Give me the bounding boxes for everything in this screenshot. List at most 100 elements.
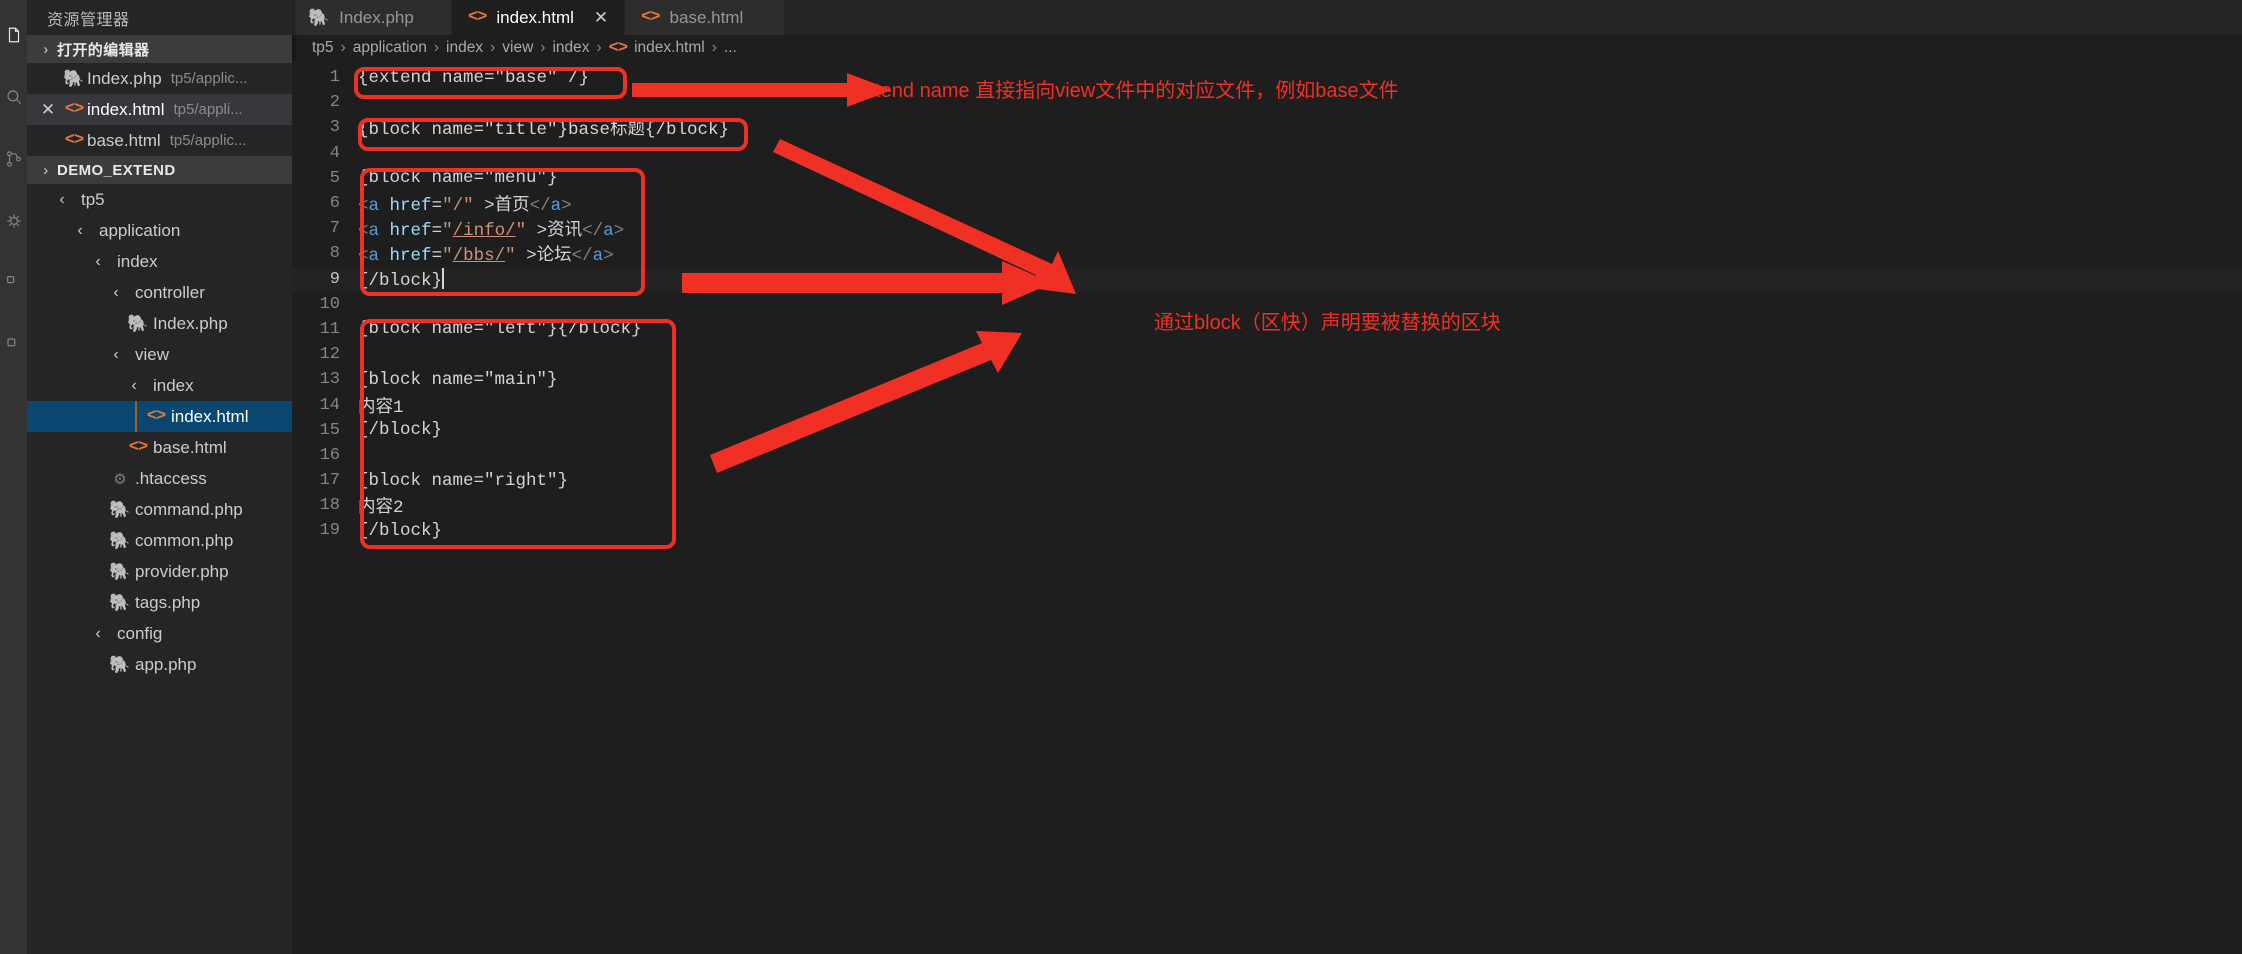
breadcrumb-item[interactable]: application xyxy=(353,39,427,57)
open-editor-name: Index.php xyxy=(87,68,162,88)
tree-item-tp5[interactable]: ‹ tp5 xyxy=(27,184,292,215)
chevron-expanded-icon: ‹ xyxy=(59,190,65,208)
code-token: = xyxy=(431,246,443,267)
code-icon: <> xyxy=(64,131,84,150)
breadcrumb-item[interactable]: tp5 xyxy=(312,39,334,57)
project-root-label: DEMO_EXTEND xyxy=(57,161,176,179)
breadcrumb-separator: › xyxy=(596,39,602,56)
code-line[interactable]: 3 {block name="title"}base标题{/block} xyxy=(292,115,2242,140)
code-line[interactable]: 13 {block name="main"} xyxy=(292,367,2242,392)
open-editor-item-base-html[interactable]: <> base.html tp5/applic... xyxy=(27,125,292,156)
php-icon: 🐘 xyxy=(109,499,131,519)
chevron-expanded-icon: ‹ xyxy=(95,624,101,642)
tree-item--htaccess[interactable]: ⚙ .htaccess xyxy=(27,463,292,494)
tree-item-view[interactable]: ‹ view xyxy=(27,339,292,370)
editor-area: 🐘 Index.php <> index.html ✕ <> base.html… xyxy=(292,0,2242,954)
code-line[interactable]: 8 <a href="/bbs/" >论坛</a> xyxy=(292,241,2242,266)
tree-item-index[interactable]: ‹ index xyxy=(27,370,292,401)
tree-item-tags-php[interactable]: 🐘 tags.php xyxy=(27,587,292,618)
code-editor[interactable]: 1 {extend name="base" /} 2 3 {block name="ti… xyxy=(292,61,2242,954)
code-line[interactable]: 19 {/block} xyxy=(292,518,2242,543)
search-icon[interactable] xyxy=(0,66,27,128)
code-token: > xyxy=(603,246,614,267)
code-line[interactable]: 4 xyxy=(292,141,2242,166)
code-line[interactable]: 5 {block name="menu"} xyxy=(292,166,2242,191)
tree-item-index[interactable]: ‹ index xyxy=(27,246,292,277)
vscode-window: 资源管理器 › 打开的编辑器 🐘 Index.php tp5/applic...… xyxy=(0,0,2242,954)
tab-index-php[interactable]: 🐘 Index.php xyxy=(292,0,452,35)
code-line[interactable]: 15 {/block} xyxy=(292,418,2242,443)
section-open-editors[interactable]: › 打开的编辑器 xyxy=(27,35,292,63)
tree-item-config[interactable]: ‹ config xyxy=(27,618,292,649)
tree-item-common-php[interactable]: 🐘 common.php xyxy=(27,525,292,556)
code-token: {/block} xyxy=(358,520,443,541)
code-token: /info/ xyxy=(452,221,516,242)
remote-icon[interactable] xyxy=(0,314,27,376)
code-token: a xyxy=(368,246,380,267)
code-line[interactable]: 1 {extend name="base" /} xyxy=(292,65,2242,90)
chevron-expanded-icon: ‹ xyxy=(113,345,119,363)
code-token: a xyxy=(550,196,562,217)
close-icon[interactable]: ✕ xyxy=(594,8,608,28)
code-text: {/block} xyxy=(358,267,445,291)
code-token: " xyxy=(515,221,527,242)
code-token: < xyxy=(358,196,369,217)
code-line[interactable]: 7 <a href="/info/" >资讯</a> xyxy=(292,216,2242,241)
code-line[interactable]: 18 内容2 xyxy=(292,493,2242,518)
code-line[interactable]: 2 xyxy=(292,90,2242,115)
php-icon: 🐘 xyxy=(109,654,131,674)
code-line[interactable]: 6 <a href="/" >首页</a> xyxy=(292,191,2242,216)
extensions-icon[interactable] xyxy=(0,252,27,314)
code-line[interactable]: 16 xyxy=(292,443,2242,468)
file-tree: ‹ tp5 ‹ application ‹ index ‹ controller 🐘 Index.… xyxy=(27,184,292,680)
open-editor-item-index-php[interactable]: 🐘 Index.php tp5/applic... xyxy=(27,63,292,94)
tree-item-label: Index.php xyxy=(153,313,228,333)
chevron-expanded-icon: ‹ xyxy=(113,283,119,301)
tree-item-controller[interactable]: ‹ controller xyxy=(27,277,292,308)
line-number: 10 xyxy=(319,294,340,314)
breadcrumb-item[interactable]: index xyxy=(446,39,483,57)
breadcrumb-item[interactable]: ... xyxy=(724,39,737,57)
code-token: "/" xyxy=(442,196,474,217)
code-icon: <> xyxy=(641,8,660,27)
code-line[interactable]: 10 xyxy=(292,292,2242,317)
tab-index-html[interactable]: <> index.html ✕ xyxy=(452,0,626,35)
breadcrumb-item[interactable]: index.html xyxy=(634,39,705,57)
code-line[interactable]: 14 内容1 xyxy=(292,392,2242,418)
code-icon: <> xyxy=(468,8,487,27)
debug-icon[interactable] xyxy=(0,190,27,252)
tree-item-label: config xyxy=(117,623,163,643)
section-project-root[interactable]: › DEMO_EXTEND xyxy=(27,156,292,184)
tab-base-html[interactable]: <> base.html xyxy=(625,0,786,35)
line-number: 19 xyxy=(319,521,340,541)
code-line[interactable]: 12 xyxy=(292,342,2242,367)
tree-item-app-php[interactable]: 🐘 app.php xyxy=(27,649,292,680)
explorer-icon[interactable] xyxy=(0,4,27,66)
code-token: = xyxy=(431,221,443,242)
code-line[interactable]: 17 {block name="right"} xyxy=(292,468,2242,493)
code-line[interactable]: 11 {block name="left"}{/block} xyxy=(292,317,2242,342)
breadcrumb-item[interactable]: index xyxy=(552,39,589,57)
php-icon: 🐘 xyxy=(109,561,131,581)
tree-item-application[interactable]: ‹ application xyxy=(27,215,292,246)
tree-item-index-html[interactable]: <> index.html xyxy=(27,401,292,432)
line-number: 4 xyxy=(329,143,340,163)
line-number: 17 xyxy=(319,471,340,491)
code-line[interactable]: 9 {/block} xyxy=(292,266,2242,292)
tree-item-base-html[interactable]: <> base.html xyxy=(27,432,292,463)
open-editor-item-index-html[interactable]: ✕ <> index.html tp5/appli... xyxy=(27,94,292,125)
breadcrumb-item[interactable]: view xyxy=(502,39,533,57)
tree-item-command-php[interactable]: 🐘 command.php xyxy=(27,494,292,525)
tree-item-provider-php[interactable]: 🐘 provider.php xyxy=(27,556,292,587)
source-control-icon[interactable] xyxy=(0,128,27,190)
php-icon: 🐘 xyxy=(109,592,131,612)
tree-item-index-php[interactable]: 🐘 Index.php xyxy=(27,308,292,339)
close-icon[interactable]: ✕ xyxy=(35,100,61,120)
